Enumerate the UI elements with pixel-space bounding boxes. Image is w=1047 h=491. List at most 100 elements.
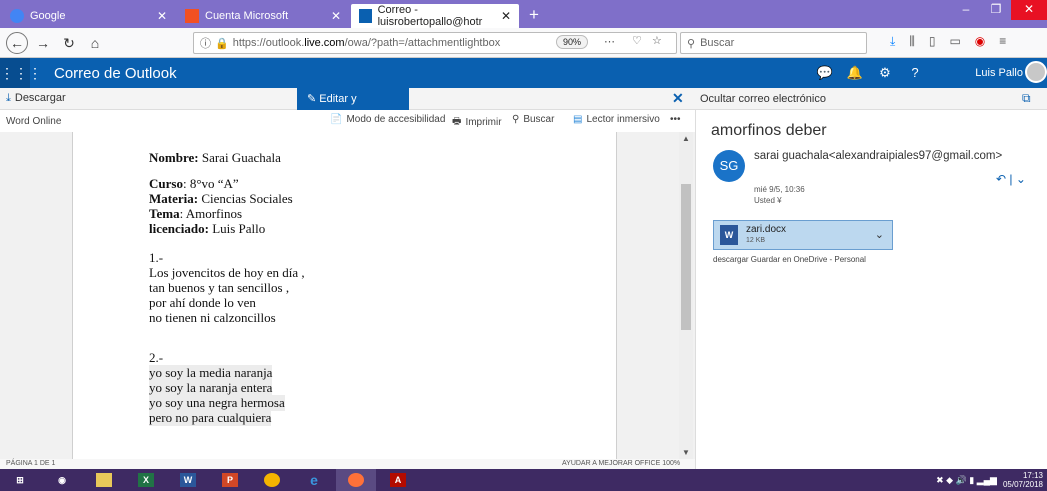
materia-label: Materia: (149, 191, 199, 206)
attachment-actions[interactable]: descargar Guardar en OneDrive - Personal (713, 255, 866, 264)
sender-avatar[interactable]: SG (713, 150, 745, 182)
curso-value: : 8°vo “A” (182, 176, 239, 191)
windows-taskbar: ⊞ ◉ X W P e A ✖ ◆ 🔊 ▮ ▂▄▆ 17:13 05/07/20… (0, 469, 1047, 491)
tray-icons[interactable]: ✖ ◆ 🔊 ▮ ▂▄▆ (936, 475, 997, 486)
document-scrollbar[interactable]: ▲ ▼ (679, 132, 693, 459)
url-path: /owa/?path=/attachmentlightbox (344, 37, 501, 49)
close-viewer-icon[interactable]: ✕ (672, 90, 684, 107)
attachment-size: 12 KB (746, 237, 766, 244)
reload-icon[interactable]: ↻ (58, 32, 80, 54)
tab-microsoft-account[interactable]: Cuenta Microsoft ✕ (177, 4, 349, 28)
bookmark-star-icon[interactable]: ☆ (652, 34, 662, 47)
attachment-card[interactable]: W zari.docx 12 KB ⌄ (713, 220, 893, 250)
licenciado-line: licenciado: Luis Pallo (149, 221, 265, 237)
sidebar-icon[interactable]: ▯ (929, 34, 936, 49)
section1-number: 1.- (149, 250, 164, 265)
search-icon: ⚲ (687, 37, 696, 50)
forward-arrow-icon[interactable]: → (32, 32, 54, 54)
taskbar-explorer[interactable] (84, 469, 124, 491)
scroll-up-icon[interactable]: ▲ (682, 134, 690, 143)
new-tab-button[interactable]: + (529, 4, 539, 28)
microsoft-icon (185, 9, 199, 23)
user-name[interactable]: Luis Pallo (975, 58, 1023, 88)
chevron-down-icon[interactable]: ⌄ (875, 228, 884, 241)
reply-icon[interactable]: ↶ | ⌄ (996, 172, 1026, 186)
scroll-down-icon[interactable]: ▼ (682, 448, 690, 457)
materia-value: Ciencias Sociales (198, 191, 293, 206)
taskbar-cortana[interactable]: ◉ (42, 469, 82, 491)
close-tab-icon[interactable]: ✕ (331, 9, 341, 23)
app-title[interactable]: Correo de Outlook (54, 65, 177, 82)
powerpoint-icon: P (222, 473, 238, 487)
header-icons: 💬 🔔 ⚙ ? (810, 58, 930, 88)
poem-line: tan buenos y tan sencillos , (149, 280, 290, 295)
more-icon[interactable]: ⋯ (604, 35, 615, 48)
more-options-icon[interactable]: ••• (670, 114, 681, 125)
command-bar: ⤓Descargar ✎ Editar y responder ✕ Oculta… (0, 88, 1047, 127)
maximize-icon[interactable]: ❐ (981, 0, 1011, 20)
immersive-reader-label: Lector inmersivo (586, 114, 660, 125)
word-online-toolbar: Word Online 📄 Modo de accesibilidad 🖶 Impr… (0, 110, 695, 132)
skype-chat-icon[interactable]: 💬 (810, 58, 840, 88)
message-recipient[interactable]: Usted ¥ (754, 196, 782, 205)
edge-icon: e (310, 472, 318, 488)
find-button[interactable]: ⚲ Buscar (512, 114, 554, 125)
clock[interactable]: 17:13 05/07/2018 (1003, 471, 1043, 489)
home-icon[interactable]: ⌂ (84, 32, 106, 54)
taskbar-excel[interactable]: X (126, 469, 166, 491)
notifications-bell-icon[interactable]: 🔔 (840, 58, 870, 88)
word-status-bar: PÁGINA 1 DE 1 AYUDAR A MEJORAR OFFICE 10… (0, 459, 695, 469)
url-prefix: https://outlook. (232, 37, 305, 49)
taskbar-acrobat[interactable]: A (378, 469, 418, 491)
avatar[interactable] (1025, 61, 1047, 83)
poem-line: Los jovencitos de hoy en día , (149, 265, 305, 280)
hide-mail-button[interactable]: Ocultar correo electrónico (700, 93, 826, 105)
close-tab-icon[interactable]: ✕ (501, 9, 511, 23)
word-doc-icon: W (720, 225, 738, 245)
taskbar-edge[interactable]: e (294, 469, 334, 491)
cortana-icon: ◉ (58, 475, 66, 485)
library-icon[interactable]: ⫼ (909, 34, 915, 49)
start-button[interactable]: ⊞ (0, 469, 40, 491)
app-launcher-icon[interactable]: ⋮⋮⋮ (0, 58, 42, 88)
taskbar-powerpoint[interactable]: P (210, 469, 250, 491)
sender-name[interactable]: sarai guachala<alexandraipiales97@gmail.… (754, 150, 1002, 162)
menu-icon[interactable]: ≡ (999, 34, 1006, 49)
scrollbar-thumb[interactable] (681, 184, 691, 330)
tab-label: Correo - luisrobertopallo@hotr (377, 4, 483, 28)
system-tray: ✖ ◆ 🔊 ▮ ▂▄▆ 17:13 05/07/2018 (936, 471, 1043, 489)
close-window-icon[interactable]: ✕ (1011, 0, 1047, 20)
minimize-icon[interactable]: – (951, 0, 981, 20)
download-button[interactable]: ⤓ Descargar (6, 92, 66, 105)
popout-icon[interactable]: ⧉ (1022, 91, 1031, 106)
url-bar[interactable]: ⓘ 🔒 https://outlook. live.com/owa/?path=/… (193, 32, 677, 54)
close-tab-icon[interactable]: ✕ (157, 9, 167, 23)
info-icon[interactable]: ⓘ (200, 35, 211, 51)
edit-and-reply-button[interactable]: ✎ Editar y responder (297, 88, 409, 127)
help-icon[interactable]: ? (900, 58, 930, 88)
taskbar-firefox[interactable] (336, 469, 376, 491)
pocket-icon[interactable]: ♡ (632, 34, 642, 47)
search-input[interactable]: ⚲ Buscar (680, 32, 867, 54)
poem-line: pero no para cualquiera (149, 410, 272, 426)
word-icon: W (180, 473, 196, 487)
acrobat-icon: A (390, 473, 406, 487)
help-improve-office[interactable]: AYUDAR A MEJORAR OFFICE 100% (562, 460, 680, 467)
lock-icon[interactable]: 🔒 (215, 37, 229, 50)
download-icon: ⤓ (6, 92, 11, 104)
settings-gear-icon[interactable]: ⚙ (870, 58, 900, 88)
zoom-badge[interactable]: 90% (556, 35, 589, 49)
accessibility-icon: 📄 (330, 114, 343, 125)
immersive-reader-button[interactable]: ▤ Lector inmersivo (573, 114, 660, 125)
url-domain: live.com (304, 37, 345, 49)
taskbar-chrome[interactable] (252, 469, 292, 491)
tab-google[interactable]: Google ✕ (2, 4, 175, 28)
back-arrow-icon[interactable]: ← (6, 31, 28, 54)
taskbar-word[interactable]: W (168, 469, 208, 491)
accessibility-mode-button[interactable]: 📄 Modo de accesibilidad (330, 114, 445, 125)
print-button[interactable]: 🖶 Imprimir (452, 114, 502, 131)
reader-view-icon[interactable]: ▭ (949, 34, 960, 49)
tab-outlook-mail[interactable]: Correo - luisrobertopallo@hotr ✕ (351, 4, 519, 28)
pocket-addon-icon[interactable]: ◉ (975, 34, 985, 49)
download-icon[interactable]: ⤓ (890, 34, 895, 49)
